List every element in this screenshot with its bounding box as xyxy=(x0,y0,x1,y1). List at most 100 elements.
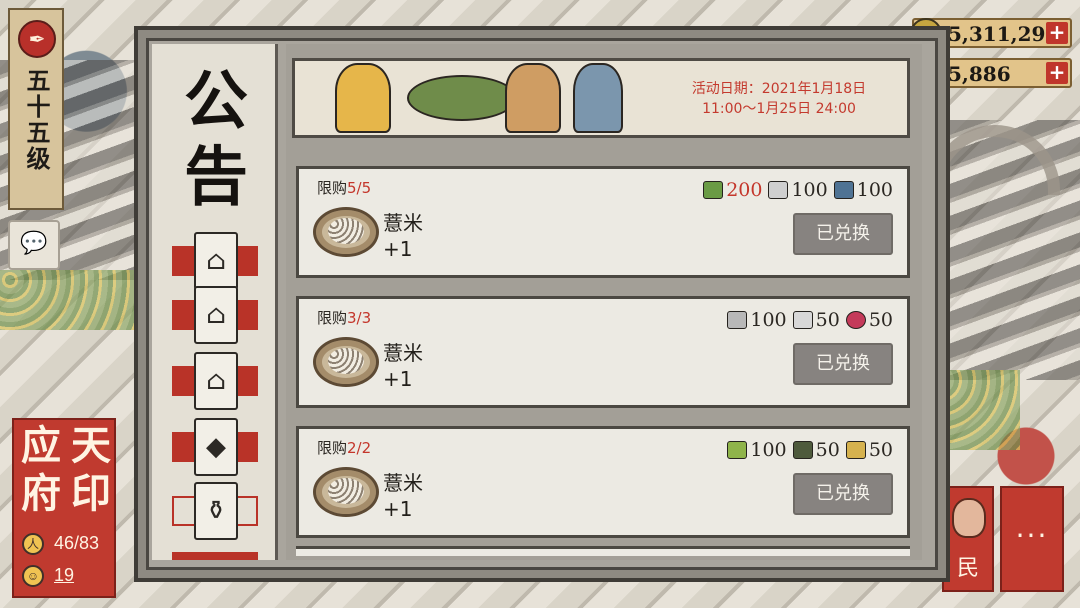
green-leaf-icon xyxy=(703,181,724,199)
citizen-label: 民 xyxy=(956,556,979,581)
garden-left xyxy=(0,270,140,330)
coix-seed-basket-icon xyxy=(313,207,379,257)
coix-seed-basket-icon xyxy=(313,337,379,387)
cost-amount: 100 xyxy=(856,179,893,201)
prefecture-seal[interactable]: 应 天 府 印 人 46/83 ☺ 19 xyxy=(12,418,116,598)
population-row: 人 46/83 xyxy=(22,530,114,560)
offer-list[interactable]: 活动日期：2021年1月18日 11:00～1月25日 24:00 限购5/5 … xyxy=(286,44,922,560)
herb-icon xyxy=(792,441,813,459)
coin-amount: 5,311,293 xyxy=(948,22,1060,46)
seal-char: 印 xyxy=(71,470,111,517)
resident-icon: 人 xyxy=(22,533,44,555)
sidebar-tab-6[interactable] xyxy=(172,550,258,560)
purchase-limit: 限购2/2 xyxy=(317,437,371,458)
scroll-icon xyxy=(727,311,748,329)
limit-count: 3/3 xyxy=(347,309,372,327)
limit-count: 5/5 xyxy=(347,179,372,197)
ticket-amount: 5,886 xyxy=(948,62,1011,86)
add-ticket-button[interactable]: + xyxy=(1046,62,1068,84)
limit-label: 限购 xyxy=(317,439,348,457)
reward-quantity: +1 xyxy=(383,237,413,261)
sidebar-tab-5[interactable]: ⚱ xyxy=(172,482,258,540)
redeemed-button[interactable]: 已兑换 xyxy=(793,343,893,385)
smiley-icon: ☺ xyxy=(22,565,44,587)
brush-emblem-icon: ✒ xyxy=(18,20,56,58)
sidebar-tab-3[interactable]: ⌂ xyxy=(172,352,258,410)
farmer-figure-icon xyxy=(573,63,623,133)
seal-char: 府 xyxy=(21,470,61,517)
cost-item: 50 xyxy=(845,439,893,461)
panel-sidebar: 公告 ⌂ ⌂ ⌂ ◆ ⚱ xyxy=(152,44,278,560)
cost-list: 200 100 100 xyxy=(703,177,893,203)
cost-item: 100 xyxy=(727,309,787,331)
seal-char: 应 xyxy=(21,422,61,469)
population-value: 46/83 xyxy=(54,533,100,553)
chat-bubble-icon: 💬 xyxy=(20,231,48,256)
rank-level: 五十五级 xyxy=(22,68,51,172)
cost-item: 100 xyxy=(727,439,787,461)
jar-icon: ⚱ xyxy=(194,482,238,540)
rose-icon xyxy=(845,311,866,329)
cost-amount: 100 xyxy=(750,309,787,331)
count-value: 19 xyxy=(54,565,75,585)
rank-badge[interactable]: ✒ 五十五级 xyxy=(8,8,64,210)
cost-amount: 100 xyxy=(791,179,828,201)
house-icon: ⌂ xyxy=(194,286,238,344)
reward-name: 薏米 xyxy=(383,341,423,365)
offer-card: 限购3/3 100 50 50 薏米 +1 已兑换 xyxy=(296,296,910,408)
event-banner: 活动日期：2021年1月18日 11:00～1月25日 24:00 xyxy=(292,58,910,138)
cost-amount: 50 xyxy=(815,309,840,331)
wood-icon xyxy=(845,441,866,459)
cost-list: 100 50 50 xyxy=(727,437,893,463)
cost-amount: 50 xyxy=(868,309,893,331)
reward-quantity: +1 xyxy=(383,497,413,521)
add-coin-button[interactable]: + xyxy=(1046,22,1068,44)
purchase-limit: 限购5/5 xyxy=(317,177,371,198)
cost-list: 100 50 50 xyxy=(727,307,893,333)
event-date-line-1: 活动日期：2021年1月18日 xyxy=(691,81,867,97)
reward-name: 薏米 xyxy=(383,211,423,235)
sidebar-tab-1[interactable]: ⌂ xyxy=(172,232,258,290)
bamboo-icon xyxy=(727,441,748,459)
cost-item: 200 xyxy=(703,179,762,201)
house-icon: ⌂ xyxy=(194,232,238,290)
announcement-panel: 公告 ⌂ ⌂ ⌂ ◆ ⚱ 活动日期：2021年1月18日 11:00～1月25日… xyxy=(134,26,950,582)
cost-item: 50 xyxy=(845,309,893,331)
banner-artwork xyxy=(335,63,635,135)
reward-name: 薏米 xyxy=(383,471,423,495)
panel-title: 公告 xyxy=(184,64,248,215)
citizen-portrait-icon xyxy=(952,498,986,538)
cost-amount: 100 xyxy=(750,439,787,461)
chat-button[interactable]: 💬 xyxy=(8,220,60,270)
cost-item: 100 xyxy=(768,179,828,201)
redeemed-button[interactable]: 已兑换 xyxy=(793,473,893,515)
cost-amount: 50 xyxy=(815,439,840,461)
sidebar-tab-2[interactable]: ⌂ xyxy=(172,286,258,344)
more-button[interactable]: ··· xyxy=(1000,486,1064,592)
ox-figure-icon xyxy=(505,63,561,133)
house-icon: ⌂ xyxy=(194,352,238,410)
redeemed-button[interactable]: 已兑换 xyxy=(793,213,893,255)
rice-bowl-icon xyxy=(768,181,789,199)
seal-char: 天 xyxy=(71,422,111,469)
limit-count: 2/2 xyxy=(347,439,372,457)
cost-item: 50 xyxy=(792,309,840,331)
next-offer-edge xyxy=(296,546,910,556)
count-row: ☺ 19 xyxy=(22,562,114,592)
silk-icon xyxy=(792,311,813,329)
herb-pile-icon xyxy=(407,75,517,121)
gem-card-icon: ◆ xyxy=(194,418,238,476)
cost-item: 100 xyxy=(833,179,893,201)
event-dates: 活动日期：2021年1月18日 11:00～1月25日 24:00 xyxy=(679,79,879,119)
offer-card: 限购2/2 100 50 50 薏米 +1 已兑换 xyxy=(296,426,910,538)
fish-icon xyxy=(833,181,854,199)
tab-band xyxy=(172,552,258,560)
limit-label: 限购 xyxy=(317,309,348,327)
seal-characters: 应 天 府 印 xyxy=(16,422,116,518)
cost-amount: 200 xyxy=(726,179,763,201)
merchant-figure-icon xyxy=(335,63,391,133)
cost-amount: 50 xyxy=(868,439,893,461)
sidebar-tab-4[interactable]: ◆ xyxy=(172,418,258,476)
reward-quantity: +1 xyxy=(383,367,413,391)
event-date-line-2: 11:00～1月25日 24:00 xyxy=(702,101,856,117)
